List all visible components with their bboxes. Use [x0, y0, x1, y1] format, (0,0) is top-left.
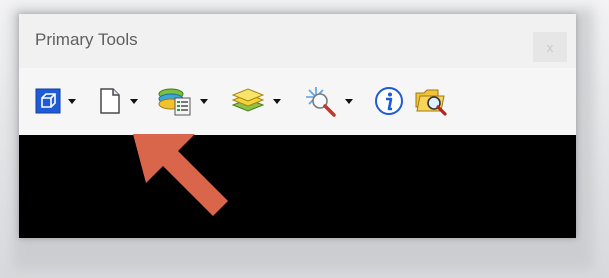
- primary-tools-window: Primary Tools x: [19, 14, 576, 238]
- pointer-arrow-annotation: [133, 134, 228, 216]
